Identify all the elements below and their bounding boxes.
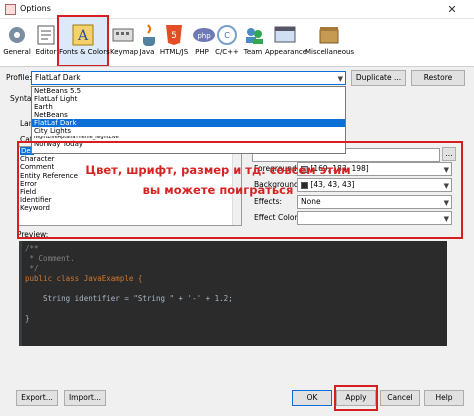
tab-cpp[interactable]: C C/C++ <box>214 21 240 65</box>
editor-gutter <box>19 241 22 346</box>
import-button[interactable]: Import... <box>64 390 106 406</box>
tab-html-js-label: HTML/JS <box>159 48 189 56</box>
tab-php[interactable]: php PHP <box>191 21 215 65</box>
tab-miscellaneous-label: Miscellaneous <box>305 48 355 56</box>
tab-team[interactable]: Team <box>241 21 265 65</box>
app-icon <box>5 4 16 15</box>
svg-text:php: php <box>197 32 211 40</box>
tab-fonts-colors[interactable]: A Fonts & Colors <box>57 15 110 67</box>
restore-button[interactable]: Restore <box>411 70 465 86</box>
effect-color-select[interactable]: ▼ <box>297 211 452 225</box>
keymap-icon <box>112 28 134 42</box>
tab-fonts-colors-label: Fonts & Colors <box>59 48 110 56</box>
tab-general-label: General <box>3 48 31 56</box>
annotation-text: Цвет, шрифт, размер и тд. совсем этим вы… <box>85 163 351 197</box>
svg-text:C: C <box>224 31 230 40</box>
profile-select-value: FlatLaf Dark <box>35 73 81 82</box>
code-line: String identifier = "String " + '-' + 1.… <box>25 294 233 303</box>
profile-option[interactable]: Earth <box>32 103 345 111</box>
fonts-colors-icon: A <box>72 24 94 46</box>
team-icon <box>246 28 263 44</box>
chevron-down-icon: ▼ <box>443 166 449 174</box>
code-line: * Comment. <box>25 254 75 263</box>
category-item[interactable]: Keyword <box>18 204 241 212</box>
chevron-down-icon: ▼ <box>443 199 449 207</box>
profile-option[interactable]: NetBeans 5.5 <box>32 87 345 95</box>
tab-editor[interactable]: Editor <box>33 21 59 65</box>
preview-label: Preview: <box>17 230 49 239</box>
svg-text:A: A <box>77 28 89 44</box>
preview-editor[interactable]: /** * Comment. */ public class JavaExamp… <box>19 241 447 346</box>
export-button[interactable]: Export... <box>16 390 58 406</box>
tab-appearance-label: Appearance <box>265 48 308 56</box>
cpp-icon: C <box>217 25 237 45</box>
code-line: public class JavaExample { <box>25 274 143 283</box>
profile-select[interactable]: FlatLaf Dark ▼ <box>31 71 346 85</box>
profile-label: Profile: <box>6 73 32 82</box>
ok-button[interactable]: OK <box>292 390 332 406</box>
effect-color-label: Effect Color: <box>254 213 300 222</box>
tab-keymap-label: Keymap <box>110 48 139 56</box>
window-title: Options <box>20 4 51 13</box>
tab-java-label: Java <box>139 48 155 56</box>
chevron-down-icon: ▼ <box>443 182 449 190</box>
close-button[interactable]: ✕ <box>432 2 472 18</box>
editor-icon <box>37 25 55 45</box>
tab-general[interactable]: General <box>2 21 32 65</box>
font-browse-button[interactable]: ... <box>442 147 456 161</box>
cancel-button[interactable]: Cancel <box>380 390 420 406</box>
tab-html-js[interactable]: 5 HTML/JS <box>158 21 190 65</box>
tab-cpp-label: C/C++ <box>215 48 239 56</box>
profile-option-selected[interactable]: FlatLaf Dark <box>32 119 345 128</box>
general-icon <box>9 27 25 43</box>
chevron-down-icon: ▼ <box>443 215 449 223</box>
tab-editor-label: Editor <box>35 48 57 56</box>
options-toolbar: General Editor A Fonts & Colors Keymap J… <box>0 15 474 67</box>
tab-team-label: Team <box>243 48 263 56</box>
code-line: */ <box>25 264 39 273</box>
duplicate-button[interactable]: Duplicate ... <box>351 70 406 86</box>
chevron-down-icon: ▼ <box>337 75 343 83</box>
profile-option[interactable]: City Lights <box>32 127 345 135</box>
code-line: } <box>25 314 30 323</box>
profile-option[interactable]: FlatLaf Light <box>32 95 345 103</box>
tab-java[interactable]: Java <box>136 21 158 65</box>
code-line: /** <box>25 244 39 253</box>
svg-text:5: 5 <box>171 31 177 41</box>
profile-option[interactable]: Norway Today <box>32 140 345 148</box>
profile-dropdown-list[interactable]: NetBeans 5.5 FlatLaf Light Earth NetBean… <box>31 86 346 154</box>
help-button[interactable]: Help <box>424 390 464 406</box>
tab-keymap[interactable]: Keymap <box>110 21 139 65</box>
profile-option[interactable]: NetBeans <box>32 111 345 119</box>
apply-highlight-frame <box>334 385 378 411</box>
tab-php-label: PHP <box>195 48 209 56</box>
misc-icon <box>319 27 339 44</box>
tab-miscellaneous[interactable]: Miscellaneous <box>305 21 355 65</box>
html5-icon: 5 <box>166 25 182 45</box>
tab-appearance[interactable]: Appearance <box>265 21 308 65</box>
appearance-icon <box>274 26 296 43</box>
